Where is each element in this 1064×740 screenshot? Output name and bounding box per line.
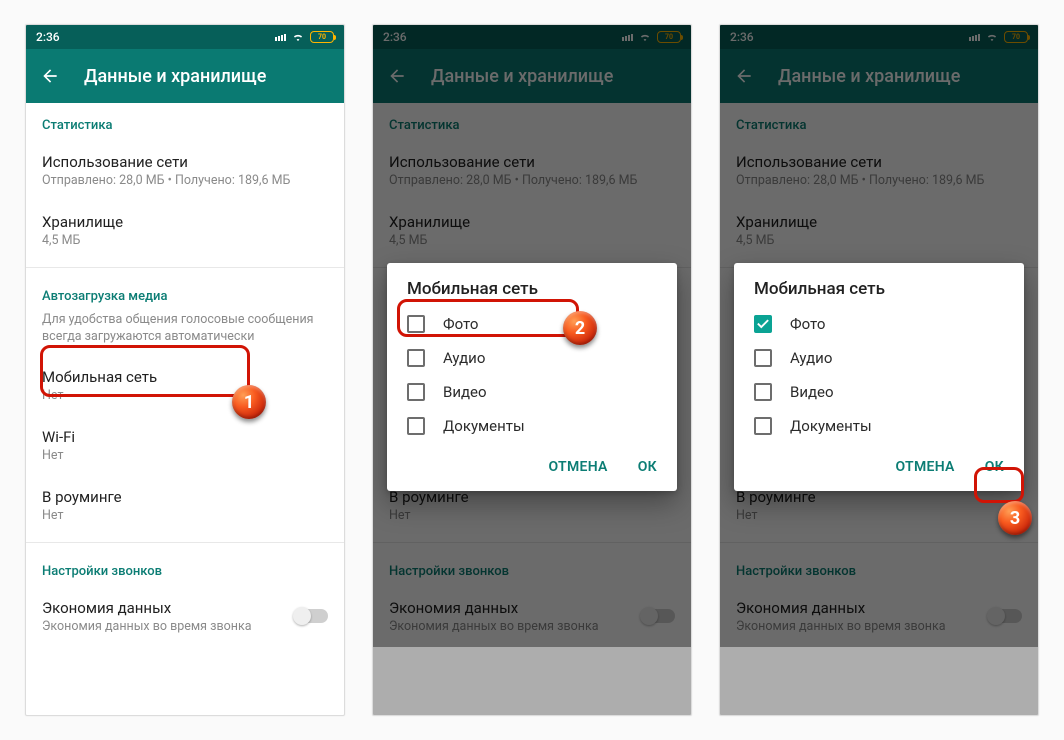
- row-network-usage[interactable]: Использование сети Отправлено: 28,0 МБ •…: [373, 141, 691, 201]
- ok-button[interactable]: ОК: [626, 451, 669, 483]
- signal-icon: [622, 34, 633, 41]
- option-label: Документы: [790, 417, 872, 435]
- checkbox-unchecked[interactable]: [407, 383, 425, 401]
- row-sub: Отправлено: 28,0 МБ • Получено: 189,6 МБ: [42, 173, 328, 188]
- option-label: Видео: [790, 383, 834, 401]
- option-label: Видео: [443, 383, 487, 401]
- row-sub: Экономия данных во время звонка: [42, 619, 294, 634]
- signal-icon: [969, 34, 980, 41]
- option-documents[interactable]: Документы: [734, 409, 1024, 443]
- divider: [26, 267, 344, 268]
- row-roaming[interactable]: В роуминге Нет: [26, 476, 344, 536]
- page-title: Данные и хранилище: [84, 66, 266, 87]
- section-statistics: Статистика: [26, 103, 344, 141]
- toolbar: Данные и хранилище: [373, 49, 691, 103]
- wifi-icon: [638, 31, 652, 43]
- row-mobile-data[interactable]: Мобильная сеть Нет: [26, 356, 344, 416]
- badge-2: 2: [563, 311, 597, 345]
- dialog-title: Мобильная сеть: [734, 279, 1024, 307]
- checkbox-unchecked[interactable]: [407, 417, 425, 435]
- row-sub: Нет: [42, 508, 328, 523]
- battery-icon: 70: [310, 31, 334, 43]
- row-label: Экономия данных: [42, 599, 294, 617]
- section-statistics: Статистика: [373, 103, 691, 141]
- row-data-saver[interactable]: Экономия данных Экономия данных во время…: [26, 587, 344, 647]
- back-icon[interactable]: [40, 66, 60, 86]
- ok-button[interactable]: ОК: [973, 451, 1016, 483]
- row-label: Хранилище: [42, 213, 328, 231]
- row-label: Мобильная сеть: [42, 368, 328, 386]
- badge-1: 1: [232, 385, 266, 419]
- toolbar: Данные и хранилище: [26, 49, 344, 103]
- screenshot-2: 2:36 70 Данные и хранилище Статистика Ис…: [372, 24, 692, 716]
- dialog-mobile-data: Мобильная сеть Фото Аудио Видео Документ…: [387, 263, 677, 491]
- option-label: Фото: [443, 315, 478, 333]
- signal-icon: [275, 34, 286, 41]
- checkbox-unchecked[interactable]: [754, 417, 772, 435]
- dialog-mobile-data: Мобильная сеть Фото Аудио Видео Документ…: [734, 263, 1024, 491]
- section-calls: Настройки звонков: [26, 549, 344, 587]
- option-video[interactable]: Видео: [387, 375, 677, 409]
- section-autodownload: Автозагрузка медиа: [26, 274, 344, 312]
- status-bar: 2:36 70: [373, 25, 691, 49]
- option-audio[interactable]: Аудио: [387, 341, 677, 375]
- toolbar: Данные и хранилище: [720, 49, 1038, 103]
- page-title: Данные и хранилище: [431, 66, 613, 87]
- switch-off[interactable]: [641, 609, 675, 623]
- option-label: Документы: [443, 417, 525, 435]
- switch-off[interactable]: [294, 609, 328, 623]
- checkbox-checked[interactable]: [754, 315, 772, 333]
- badge-3: 3: [998, 501, 1032, 535]
- autodownload-desc: Для удобства общения голосовые сообщения…: [26, 312, 344, 356]
- status-time: 2:36: [36, 30, 60, 44]
- wifi-icon: [985, 31, 999, 43]
- row-sub: 4,5 МБ: [42, 233, 328, 248]
- status-time: 2:36: [383, 30, 407, 44]
- screenshot-1: 2:36 70 Данные и хранилище Статистика Ис…: [25, 24, 345, 716]
- wifi-icon: [291, 31, 305, 43]
- option-label: Аудио: [790, 349, 832, 367]
- back-icon[interactable]: [387, 66, 407, 86]
- option-label: Аудио: [443, 349, 485, 367]
- option-label: Фото: [790, 315, 825, 333]
- checkbox-unchecked[interactable]: [754, 349, 772, 367]
- cancel-button[interactable]: ОТМЕНА: [884, 451, 967, 483]
- row-storage[interactable]: Хранилище 4,5 МБ: [26, 201, 344, 261]
- battery-icon: 70: [1004, 31, 1028, 43]
- row-storage[interactable]: Хранилище 4,5 МБ: [373, 201, 691, 261]
- cancel-button[interactable]: ОТМЕНА: [537, 451, 620, 483]
- option-photo[interactable]: Фото: [387, 307, 677, 341]
- row-label: Использование сети: [42, 153, 328, 171]
- option-audio[interactable]: Аудио: [734, 341, 1024, 375]
- checkbox-unchecked[interactable]: [754, 383, 772, 401]
- row-wifi[interactable]: Wi-Fi Нет: [26, 416, 344, 476]
- option-documents[interactable]: Документы: [387, 409, 677, 443]
- row-label: В роуминге: [42, 488, 328, 506]
- row-data-saver[interactable]: Экономия данныхЭкономия данных во время …: [720, 587, 1038, 647]
- back-icon[interactable]: [734, 66, 754, 86]
- row-sub: Нет: [42, 448, 328, 463]
- dialog-title: Мобильная сеть: [387, 279, 677, 307]
- status-bar: 2:36 70: [720, 25, 1038, 49]
- option-photo[interactable]: Фото: [734, 307, 1024, 341]
- option-video[interactable]: Видео: [734, 375, 1024, 409]
- checkbox-unchecked[interactable]: [407, 315, 425, 333]
- switch-off[interactable]: [988, 609, 1022, 623]
- status-time: 2:36: [730, 30, 754, 44]
- page-title: Данные и хранилище: [778, 66, 960, 87]
- status-bar: 2:36 70: [26, 25, 344, 49]
- checkbox-unchecked[interactable]: [407, 349, 425, 367]
- divider: [26, 542, 344, 543]
- row-sub: Нет: [42, 388, 328, 403]
- battery-icon: 70: [657, 31, 681, 43]
- row-data-saver[interactable]: Экономия данныхЭкономия данных во время …: [373, 587, 691, 647]
- row-network-usage[interactable]: Использование сети Отправлено: 28,0 МБ •…: [26, 141, 344, 201]
- screenshot-3: 2:36 70 Данные и хранилище Статистика Ис…: [719, 24, 1039, 716]
- row-label: Wi-Fi: [42, 428, 328, 446]
